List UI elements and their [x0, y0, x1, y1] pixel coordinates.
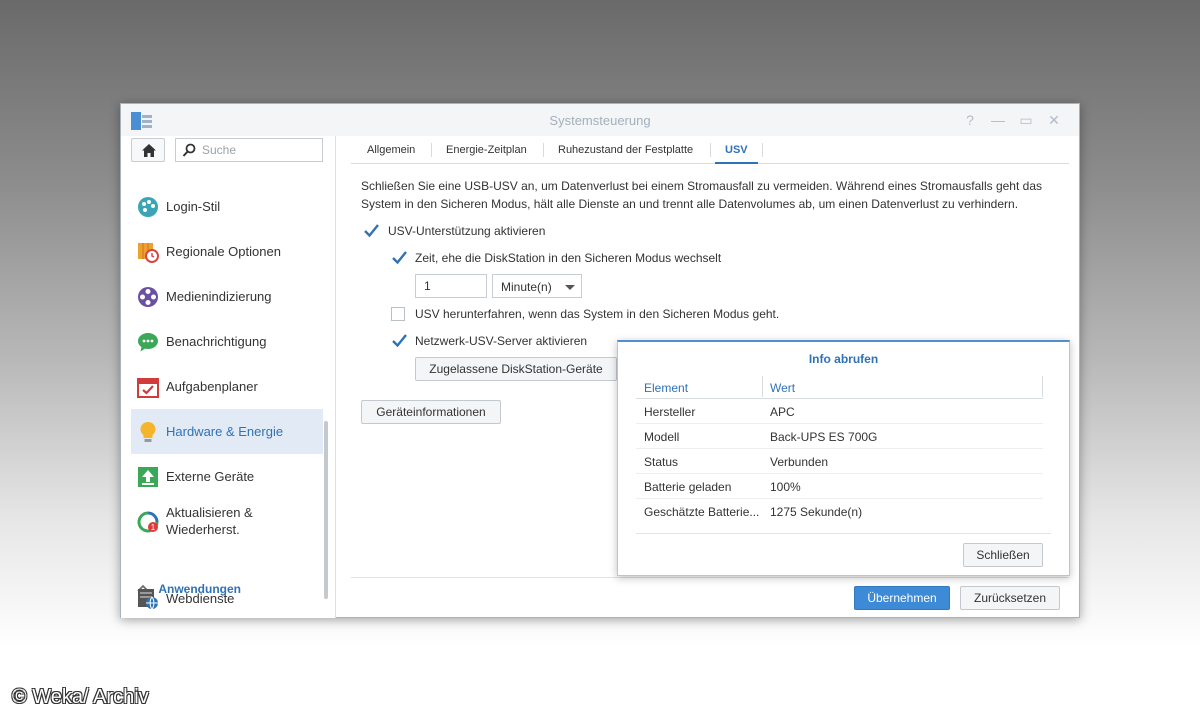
cell-element: Geschätzte Batterie...	[644, 505, 760, 519]
tab-power-schedule[interactable]: Energie-Zeitplan	[446, 136, 527, 164]
sidebar-item-task-scheduler[interactable]: Aufgabenplaner	[131, 364, 323, 409]
title-bar: Systemsteuerung ? — ▭ ✕	[121, 104, 1079, 136]
close-icon[interactable]: ✕	[1043, 110, 1065, 130]
sidebar-item-label: Aktualisieren & Wiederherst.	[166, 505, 253, 537]
sidebar-item-media-indexing[interactable]: Medienindizierung	[131, 274, 323, 319]
footer-divider	[351, 577, 1069, 578]
cell-value: APC	[770, 405, 795, 419]
shutdown-ups-checkbox[interactable]	[391, 307, 405, 321]
cell-element: Status	[644, 455, 679, 469]
cell-element: Batterie geladen	[644, 480, 732, 494]
search-icon	[182, 143, 196, 157]
checkmark-icon	[364, 224, 379, 238]
sidebar-scrollbar[interactable]	[324, 421, 328, 599]
time-unit-select[interactable]: Minute(n)	[492, 274, 582, 298]
maximize-icon[interactable]: ▭	[1015, 110, 1037, 130]
column-header-element[interactable]: Element	[644, 381, 688, 395]
tab-bar: Allgemein Energie-Zeitplan Ruhezustand d…	[351, 136, 1069, 164]
cell-element: Modell	[644, 430, 680, 444]
reset-button[interactable]: Zurücksetzen	[960, 586, 1060, 610]
network-ups-server-checkbox[interactable]	[391, 334, 407, 348]
enable-ups-checkbox[interactable]	[363, 224, 379, 238]
sidebar-item-label: Externe Geräte	[166, 469, 255, 484]
table-header: Element Wert	[636, 374, 1043, 399]
sidebar-item-external-devices[interactable]: Externe Geräte	[131, 454, 323, 499]
sidebar-item-label: Webdienste	[166, 591, 235, 606]
caret-down-icon	[565, 285, 575, 290]
table-row: Geschätzte Batterie... 1275 Sekunde(n)	[636, 499, 1043, 524]
shutdown-ups-label: USV herunterfahren, wenn das System in d…	[415, 307, 780, 321]
tab-general[interactable]: Allgemein	[367, 136, 415, 164]
tab-ups[interactable]: USV	[715, 136, 758, 164]
ups-description: Schließen Sie eine USB-USV an, um Datenv…	[361, 179, 1042, 211]
minimize-icon[interactable]: —	[987, 110, 1009, 130]
search-input[interactable]	[202, 142, 320, 158]
sidebar-item-hardware-energy[interactable]: Hardware & Energie	[131, 409, 323, 454]
dialog-title: Info abrufen	[808, 352, 879, 366]
map-clock-icon	[138, 243, 159, 263]
enable-ups-label: USV-Unterstützung aktivieren	[388, 224, 546, 238]
watermark: © Weka/ Archiv	[12, 686, 149, 708]
table-row: Status Verbunden	[636, 449, 1043, 474]
sidebar-item-label: Hardware & Energie	[166, 424, 284, 439]
sidebar-item-update-restore[interactable]: 1 Aktualisieren & Wiederherst.	[131, 499, 323, 544]
allowed-diskstation-devices-button[interactable]: Zugelassene DiskStation-Geräte	[415, 357, 617, 381]
home-icon	[142, 144, 156, 157]
close-button[interactable]: Schließen	[963, 543, 1043, 567]
sidebar-item-regional-options[interactable]: Regionale Optionen	[131, 229, 323, 274]
sidebar-item-label: Medienindizierung	[166, 289, 272, 304]
cell-value: Back-UPS ES 700G	[770, 430, 878, 444]
search-field[interactable]	[175, 138, 323, 162]
sidebar-item-web-services[interactable]: Webdienste	[131, 576, 323, 621]
window-title: Systemsteuerung	[549, 113, 651, 128]
column-header-value[interactable]: Wert	[770, 381, 795, 395]
table-row: Batterie geladen 100%	[636, 474, 1043, 499]
calendar-check-icon	[137, 378, 159, 398]
chat-bubble-icon	[138, 333, 158, 352]
time-unit-value: Minute(n)	[501, 280, 552, 294]
palette-icon	[138, 197, 158, 217]
tab-hdd-hibernation[interactable]: Ruhezustand der Festplatte	[558, 136, 693, 164]
control-panel-window: Systemsteuerung ? — ▭ ✕ Login-Stil	[120, 103, 1080, 618]
cell-value: Verbunden	[770, 455, 829, 469]
upload-icon	[138, 467, 158, 487]
cell-value: 1275 Sekunde(n)	[770, 505, 863, 519]
network-ups-server-label: Netzwerk-USV-Server aktivieren	[415, 334, 588, 348]
cell-element: Hersteller	[644, 405, 696, 419]
sidebar-item-label: Aufgabenplaner	[166, 379, 258, 394]
sidebar-item-label: Login-Stil	[166, 199, 221, 214]
help-icon[interactable]: ?	[959, 110, 981, 130]
sidebar: Login-Stil Regionale Optionen Medienindi…	[121, 136, 336, 618]
dialog-divider	[636, 533, 1051, 534]
time-before-safe-mode-checkbox[interactable]	[391, 251, 407, 265]
lightbulb-icon	[140, 422, 156, 442]
checkmark-icon	[392, 334, 407, 348]
sidebar-item-label: Regionale Optionen	[166, 244, 281, 259]
table-row: Hersteller APC	[636, 399, 1043, 424]
sidebar-item-label: Benachrichtigung	[166, 334, 267, 349]
web-services-icon	[138, 589, 158, 610]
time-value-input[interactable]	[415, 274, 487, 298]
sidebar-item-notification[interactable]: Benachrichtigung	[131, 319, 323, 364]
time-before-safe-mode-label: Zeit, ehe die DiskStation in den Sichere…	[415, 251, 722, 265]
device-information-button[interactable]: Geräteinformationen	[361, 400, 501, 424]
sidebar-item-login-style[interactable]: Login-Stil	[131, 184, 323, 229]
apply-button[interactable]: Übernehmen	[854, 586, 950, 610]
table-row: Modell Back-UPS ES 700G	[636, 424, 1043, 449]
checkmark-icon	[392, 251, 407, 265]
update-badge: 1	[151, 523, 156, 532]
refresh-icon: 1	[137, 511, 159, 533]
info-dialog: Info abrufen Element Wert Hersteller APC…	[617, 340, 1070, 576]
cell-value: 100%	[770, 480, 801, 494]
film-reel-icon	[138, 287, 158, 307]
home-button[interactable]	[131, 138, 165, 162]
